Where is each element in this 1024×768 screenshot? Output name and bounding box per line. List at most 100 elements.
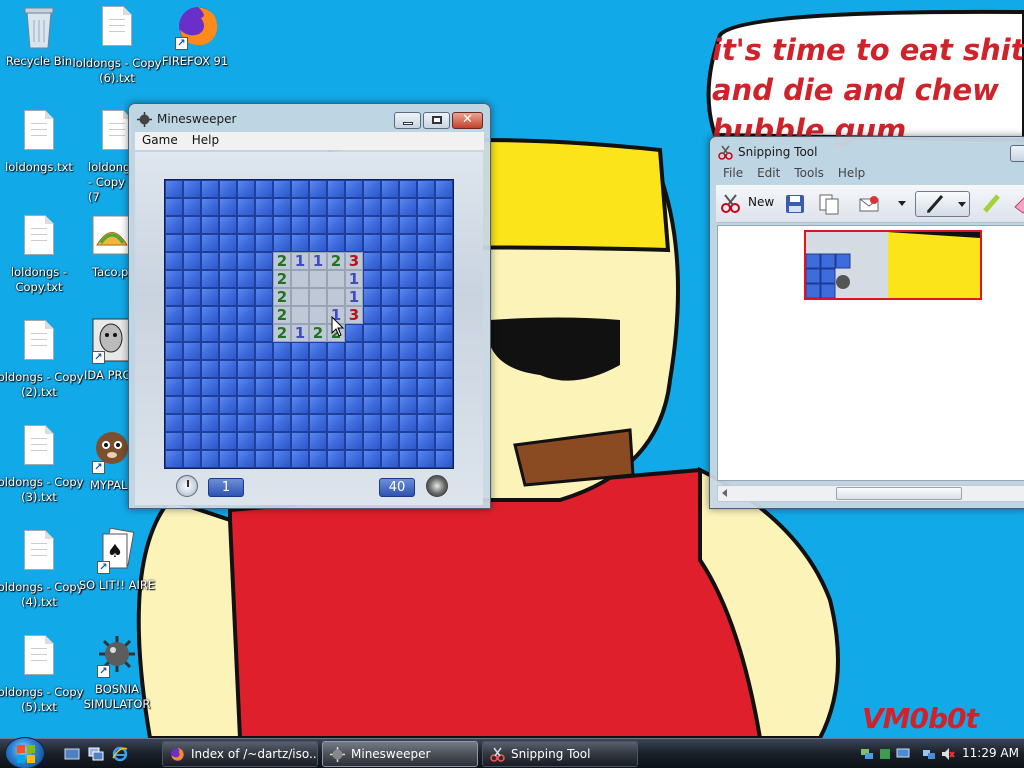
hidden-cell[interactable] [183,396,201,414]
hidden-cell[interactable] [183,216,201,234]
desktop-icon-solitaire[interactable]: ♠ ↗ SO LIT!! AIRE [72,527,162,593]
save-button[interactable] [782,191,808,217]
hidden-cell[interactable] [219,414,237,432]
hidden-cell[interactable] [327,432,345,450]
hidden-cell[interactable] [381,432,399,450]
hidden-cell[interactable] [435,396,453,414]
hidden-cell[interactable] [345,234,363,252]
hidden-cell[interactable] [183,450,201,468]
hidden-cell[interactable] [309,396,327,414]
hidden-cell[interactable] [237,378,255,396]
hidden-cell[interactable] [345,450,363,468]
revealed-cell[interactable] [327,270,345,288]
hidden-cell[interactable] [399,360,417,378]
hidden-cell[interactable] [237,342,255,360]
hidden-cell[interactable] [183,288,201,306]
minefield-grid[interactable]: 2112321212132122 [164,179,454,469]
revealed-cell[interactable]: 1 [345,270,363,288]
hidden-cell[interactable] [345,414,363,432]
hidden-cell[interactable] [237,180,255,198]
hidden-cell[interactable] [291,450,309,468]
hidden-cell[interactable] [345,396,363,414]
revealed-cell[interactable]: 2 [273,270,291,288]
hidden-cell[interactable] [417,270,435,288]
hidden-cell[interactable] [219,252,237,270]
hidden-cell[interactable] [201,198,219,216]
menu-tools[interactable]: Tools [787,165,831,181]
hidden-cell[interactable] [183,198,201,216]
hidden-cell[interactable] [255,414,273,432]
hidden-cell[interactable] [273,180,291,198]
revealed-cell[interactable]: 1 [345,288,363,306]
revealed-cell[interactable]: 3 [345,306,363,324]
revealed-cell[interactable]: 2 [273,324,291,342]
hidden-cell[interactable] [183,342,201,360]
scrollbar-thumb[interactable] [836,487,962,500]
desktop-icon-mypal[interactable]: ↗ MYPAL [72,428,132,493]
hidden-cell[interactable] [381,180,399,198]
hidden-cell[interactable] [363,252,381,270]
eraser-button[interactable] [1010,191,1024,217]
hidden-cell[interactable] [381,198,399,216]
hidden-cell[interactable] [435,414,453,432]
hidden-cell[interactable] [219,198,237,216]
hidden-cell[interactable] [363,198,381,216]
hidden-cell[interactable] [255,378,273,396]
hidden-cell[interactable] [237,252,255,270]
hidden-cell[interactable] [255,306,273,324]
title-bar[interactable]: Minesweeper ✕ [129,104,490,134]
hidden-cell[interactable] [381,234,399,252]
hidden-cell[interactable] [237,360,255,378]
hidden-cell[interactable] [309,234,327,252]
hidden-cell[interactable] [363,396,381,414]
hidden-cell[interactable] [183,360,201,378]
taskbar-clock[interactable]: 11:29 AM [962,746,1019,760]
hidden-cell[interactable] [363,360,381,378]
hidden-cell[interactable] [435,288,453,306]
revealed-cell[interactable]: 2 [327,252,345,270]
hidden-cell[interactable] [219,378,237,396]
hidden-cell[interactable] [399,378,417,396]
revealed-cell[interactable]: 1 [309,252,327,270]
hidden-cell[interactable] [435,270,453,288]
hidden-cell[interactable] [201,216,219,234]
hidden-cell[interactable] [381,270,399,288]
revealed-cell[interactable]: 2 [309,324,327,342]
revealed-cell[interactable] [327,288,345,306]
hidden-cell[interactable] [237,198,255,216]
hidden-cell[interactable] [183,270,201,288]
desktop-icon-firefox[interactable]: ↗ FIREFOX 91 [150,4,240,69]
hidden-cell[interactable] [201,180,219,198]
hidden-cell[interactable] [327,360,345,378]
hidden-cell[interactable] [417,450,435,468]
hidden-cell[interactable] [219,306,237,324]
hidden-cell[interactable] [381,288,399,306]
hidden-cell[interactable] [165,396,183,414]
hidden-cell[interactable] [327,378,345,396]
send-snip-button[interactable] [856,191,882,217]
connection-tray-icon[interactable] [922,747,936,761]
hidden-cell[interactable] [165,216,183,234]
hidden-cell[interactable] [417,234,435,252]
hidden-cell[interactable] [201,450,219,468]
hidden-cell[interactable] [363,234,381,252]
hidden-cell[interactable] [165,234,183,252]
hidden-cell[interactable] [201,270,219,288]
hidden-cell[interactable] [363,432,381,450]
hidden-cell[interactable] [291,198,309,216]
hidden-cell[interactable] [165,342,183,360]
hidden-cell[interactable] [237,414,255,432]
display-tray-icon[interactable] [896,747,910,761]
revealed-cell[interactable] [309,288,327,306]
desktop-icon-loldongs-copy-6[interactable]: loldongs - Copy (6).txt [72,6,162,86]
hidden-cell[interactable] [237,450,255,468]
device-tray-icon[interactable] [878,747,892,761]
hidden-cell[interactable] [237,234,255,252]
hidden-cell[interactable] [381,360,399,378]
hidden-cell[interactable] [399,432,417,450]
hidden-cell[interactable] [165,270,183,288]
hidden-cell[interactable] [417,288,435,306]
revealed-cell[interactable]: 1 [291,252,309,270]
desktop-icon-taco[interactable]: Taco.p [72,215,132,280]
hidden-cell[interactable] [237,270,255,288]
